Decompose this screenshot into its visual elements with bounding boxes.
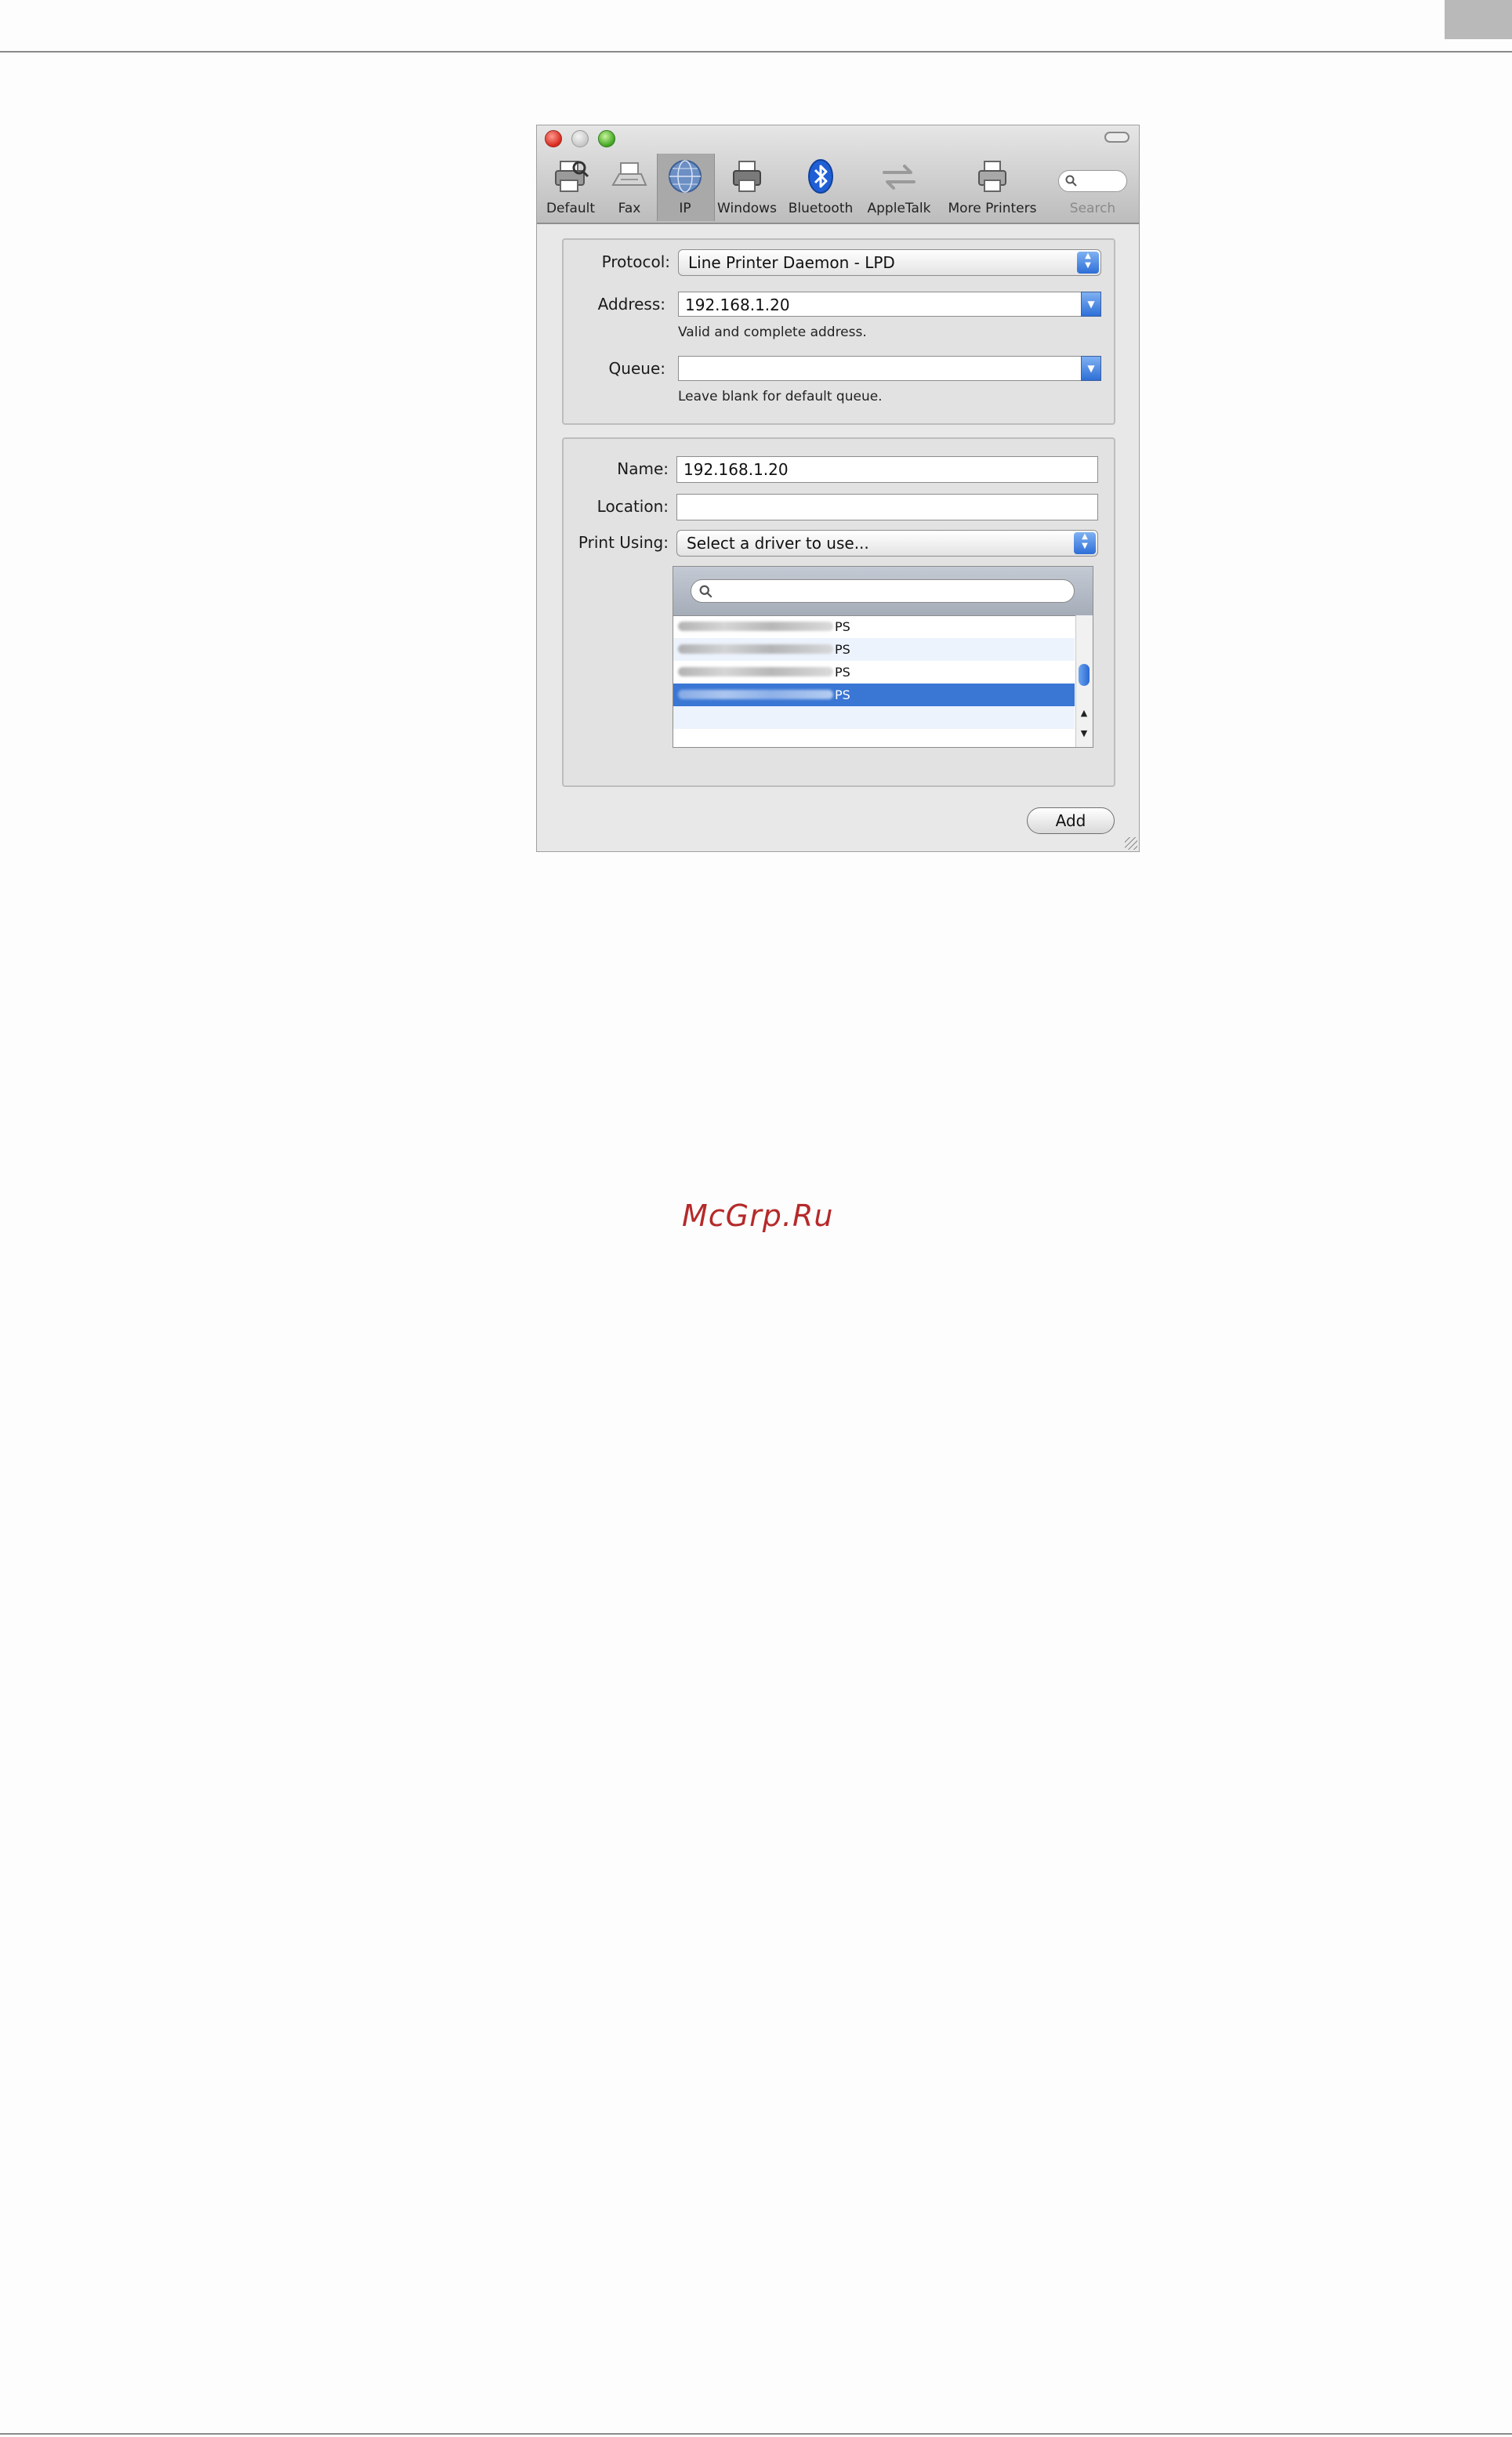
driver-list-empty-row (673, 729, 1075, 746)
name-field[interactable]: 192.168.1.20 (676, 456, 1098, 483)
page-corner-tab (1445, 0, 1512, 39)
toolbar-item-label: IP (679, 201, 691, 216)
redacted-driver-name (678, 690, 833, 699)
driver-search-bar (673, 567, 1093, 616)
protocol-label: Protocol: (601, 252, 670, 271)
driver-browser: PS PS PS PS ▲ ▼ (673, 566, 1093, 748)
driver-list-item[interactable]: PS (673, 638, 1075, 661)
driver-list-item[interactable]: PS (673, 615, 1075, 638)
queue-dropdown-button[interactable]: ▼ (1081, 356, 1101, 381)
minimize-window-button[interactable] (571, 130, 589, 147)
window-toolbar: Default Fax IP Windows Bluetooth AppleTa… (537, 125, 1139, 224)
location-field[interactable] (676, 494, 1098, 520)
driver-suffix: PS (835, 642, 850, 657)
scroll-up-arrow-icon[interactable]: ▲ (1076, 708, 1092, 718)
driver-suffix: PS (835, 619, 850, 634)
toolbar-toggle-button[interactable] (1104, 132, 1129, 143)
redacted-driver-name (678, 667, 833, 676)
driver-list-item-selected[interactable]: PS (673, 684, 1075, 706)
address-label: Address: (597, 295, 665, 314)
location-label: Location: (596, 497, 669, 516)
page-top-rule (0, 51, 1512, 53)
toolbar-item-label: Default (546, 201, 596, 216)
redacted-driver-name (678, 644, 833, 654)
printer-icon (973, 157, 1012, 196)
arrows-icon (879, 157, 919, 196)
scrollbar-thumb[interactable] (1079, 664, 1090, 686)
toolbar-item-label: Windows (717, 201, 777, 216)
fax-icon (610, 157, 649, 196)
address-dropdown-button[interactable]: ▼ (1081, 292, 1101, 317)
printer-icon (727, 157, 767, 196)
add-button[interactable]: Add (1027, 807, 1115, 834)
protocol-popup[interactable]: Line Printer Daemon - LPD ▲ ▼ (678, 249, 1101, 276)
print-using-popup[interactable]: Select a driver to use... ▲ ▼ (676, 530, 1098, 557)
driver-search-input[interactable] (691, 579, 1075, 603)
watermark-text: McGrp.Ru (682, 1199, 834, 1233)
driver-suffix: PS (835, 665, 850, 680)
close-window-button[interactable] (545, 130, 562, 147)
print-using-value: Select a driver to use... (687, 534, 869, 553)
search-icon (699, 585, 712, 598)
toolbar-item-label: Fax (618, 201, 641, 216)
name-label: Name: (617, 459, 669, 478)
queue-label: Queue: (608, 359, 665, 378)
driver-list-scrollbar[interactable]: ▲ ▼ (1075, 615, 1093, 747)
redacted-driver-name (678, 622, 833, 631)
search-icon (1065, 175, 1077, 187)
driver-list-empty-row (673, 706, 1075, 729)
connection-group: Protocol: Line Printer Daemon - LPD ▲ ▼ A… (562, 238, 1115, 425)
toolbar-search-label: Search (1069, 201, 1116, 216)
toolbar-ip-button[interactable]: IP (661, 157, 709, 219)
toolbar-more-printers-button[interactable]: More Printers (941, 157, 1043, 219)
popup-stepper-icon: ▲ ▼ (1077, 252, 1099, 274)
queue-field[interactable] (678, 356, 1082, 381)
zoom-window-button[interactable] (598, 130, 615, 147)
address-field[interactable]: 192.168.1.20 (678, 292, 1082, 317)
resize-grip-icon[interactable] (1125, 837, 1137, 850)
bluetooth-icon (801, 157, 840, 196)
driver-list-item[interactable]: PS (673, 661, 1075, 684)
printer-magnifier-icon (551, 157, 590, 196)
toolbar-default-button[interactable]: Default (545, 157, 596, 219)
protocol-value: Line Printer Daemon - LPD (688, 253, 895, 272)
print-using-label: Print Using: (578, 533, 669, 552)
queue-hint: Leave blank for default queue. (678, 389, 883, 404)
toolbar-search-input[interactable] (1058, 170, 1127, 192)
toolbar-item-label: AppleTalk (867, 201, 931, 216)
scroll-down-arrow-icon[interactable]: ▼ (1076, 728, 1092, 738)
toolbar-fax-button[interactable]: Fax (607, 157, 651, 219)
toolbar-windows-button[interactable]: Windows (714, 157, 780, 219)
toolbar-appletalk-button[interactable]: AppleTalk (861, 157, 937, 219)
address-hint: Valid and complete address. (678, 325, 867, 340)
page-bottom-rule (0, 2433, 1512, 2435)
popup-stepper-icon: ▲ ▼ (1074, 532, 1096, 554)
driver-suffix: PS (835, 687, 850, 702)
toolbar-item-label: More Printers (948, 201, 1037, 216)
toolbar-bluetooth-button[interactable]: Bluetooth (785, 157, 857, 219)
toolbar-item-label: Bluetooth (788, 201, 854, 216)
globe-icon (665, 157, 705, 196)
